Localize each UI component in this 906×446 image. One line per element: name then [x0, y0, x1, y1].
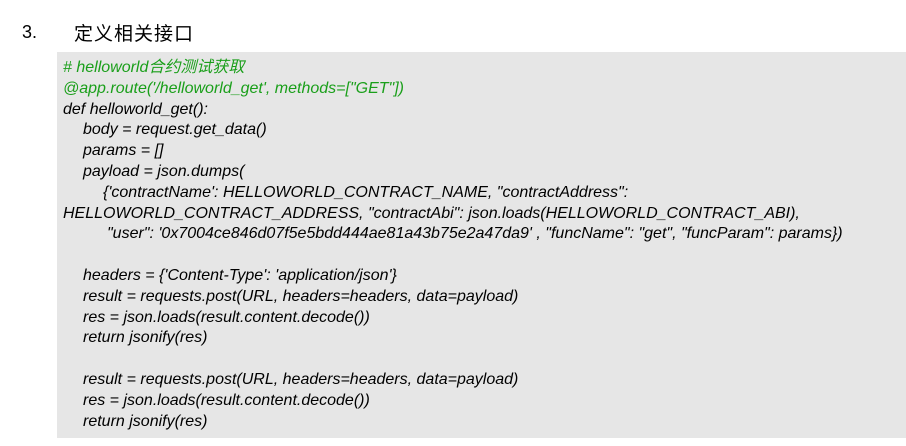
code-line: @app.route('/helloworld_get', methods=["… — [63, 79, 404, 97]
code-line: result = requests.post(URL, headers=head… — [83, 370, 519, 388]
code-line: return jsonify(res) — [83, 412, 208, 430]
section-heading: 3. 定义相关接口 — [22, 18, 194, 46]
code-block: # helloworld合约测试获取 @app.route('/helloworl… — [57, 52, 906, 438]
section-number: 3. — [22, 21, 38, 42]
section-title: 定义相关接口 — [74, 22, 195, 45]
code-line: "user": '0x7004ce846d07f5e5bdd444ae81a43… — [107, 225, 843, 243]
code-line: {'contractName': HELLOWORLD_CONTRACT_NAM… — [103, 183, 629, 201]
code-line: params = [] — [83, 142, 164, 160]
code-line: def helloworld_get(): — [63, 100, 208, 118]
code-lines: # helloworld合约测试获取 @app.route('/helloworl… — [63, 58, 906, 432]
code-line: payload = json.dumps( — [83, 162, 245, 180]
code-line: # helloworld合约测试获取 — [63, 59, 245, 76]
code-line: return jsonify(res) — [83, 329, 208, 347]
code-line: res = json.loads(result.content.decode()… — [83, 308, 370, 326]
code-line: result = requests.post(URL, headers=head… — [83, 287, 519, 305]
code-line: body = request.get_data() — [83, 121, 267, 139]
code-line: HELLOWORLD_CONTRACT_ADDRESS, "contractAb… — [63, 204, 800, 222]
code-line: headers = {'Content-Type': 'application/… — [83, 266, 397, 284]
code-line: res = json.loads(result.content.decode()… — [83, 391, 370, 409]
